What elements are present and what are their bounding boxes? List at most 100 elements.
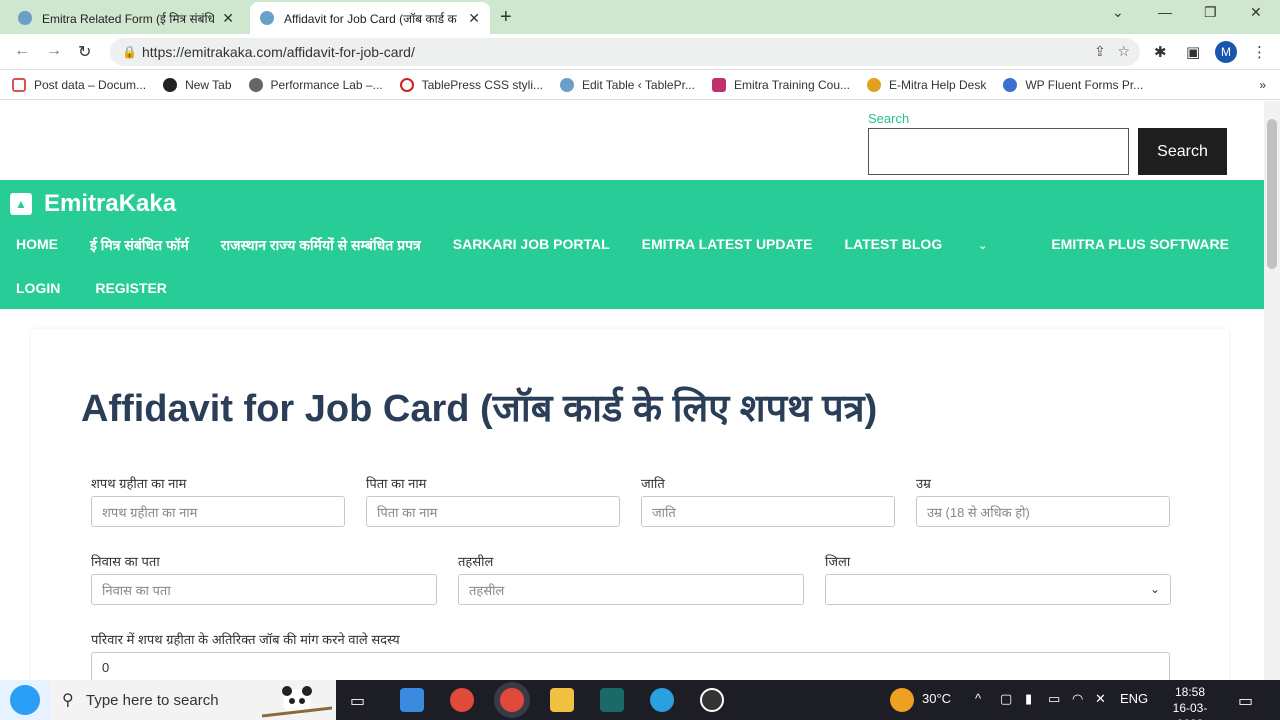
battery-icon[interactable]: ▭: [1048, 691, 1060, 707]
profile-avatar[interactable]: M: [1215, 41, 1237, 63]
device-icon[interactable]: ▢: [1000, 691, 1012, 707]
menu-item-latest-blog[interactable]: LATEST BLOG ⌄: [844, 236, 1019, 255]
tehsil-input[interactable]: तहसील: [458, 574, 804, 605]
show-hidden-icons-icon[interactable]: ^: [975, 691, 981, 706]
wordpress-icon: [248, 77, 263, 92]
address-bar-row: ← → ↻ 🔒 https://emitrakaka.com/affidavit…: [0, 34, 1280, 70]
bookmark-label: WP Fluent Forms Pr...: [1025, 77, 1144, 92]
reload-icon[interactable]: ↻: [78, 42, 91, 62]
bookmark-item[interactable]: TablePress CSS styli...: [399, 77, 543, 92]
age-label: उम्र: [916, 476, 931, 491]
editor-app-icon[interactable]: [600, 688, 624, 712]
caste-label: जाति: [641, 476, 665, 491]
bookmark-item[interactable]: Post data – Docum...: [12, 77, 147, 92]
father-name-label: पिता का नाम: [366, 476, 427, 491]
globe-icon: [163, 77, 178, 92]
tab-emitra-related-form[interactable]: Emitra Related Form (ई मित्र संबंधि ✕: [8, 2, 244, 34]
task-view-icon[interactable]: ▭: [350, 691, 365, 711]
bookmark-item[interactable]: Edit Table ‹ TablePr...: [559, 77, 695, 92]
family-members-input[interactable]: 0: [91, 652, 1170, 680]
site-search-input[interactable]: [868, 128, 1129, 175]
menu-item-emitra-latest-update[interactable]: EMITRA LATEST UPDATE: [642, 236, 813, 255]
bracket-icon: [12, 77, 26, 92]
bookmark-label: Edit Table ‹ TablePr...: [581, 77, 695, 92]
notifications-icon[interactable]: ▭: [1238, 691, 1253, 711]
close-tab-icon[interactable]: ✕: [222, 10, 234, 27]
chrome-icon[interactable]: [450, 688, 474, 712]
address-input[interactable]: निवास का पता: [91, 574, 437, 605]
bookmark-label: Post data – Docum...: [34, 77, 147, 92]
tehsil-label: तहसील: [458, 554, 494, 569]
bookmark-label: New Tab: [185, 77, 232, 92]
start-button[interactable]: [0, 680, 50, 720]
microphone-icon[interactable]: ▮: [1025, 691, 1032, 707]
chevron-down-icon: ⌄: [978, 240, 988, 252]
scrollbar-thumb[interactable]: [1267, 119, 1277, 269]
district-select[interactable]: ⌄: [825, 574, 1171, 605]
forward-icon[interactable]: →: [46, 42, 62, 60]
url-field[interactable]: 🔒 https://emitrakaka.com/affidavit-for-j…: [110, 38, 1140, 66]
menu-item-home[interactable]: HOME: [16, 236, 58, 255]
emitrakaka-logo-icon: [10, 685, 40, 715]
menu-item-emitra-plus-software[interactable]: EMITRA PLUS SOFTWARE: [1051, 236, 1229, 255]
page-scrollbar[interactable]: [1264, 101, 1280, 680]
recorder-icon[interactable]: [700, 688, 724, 712]
oath-taker-name-input[interactable]: शपथ ग्रहीता का नाम: [91, 496, 345, 527]
more-bookmarks-icon[interactable]: »: [1259, 78, 1266, 92]
weather-icon: [890, 688, 914, 712]
file-explorer-icon[interactable]: [550, 688, 574, 712]
telegram-icon[interactable]: [650, 688, 674, 712]
side-panel-icon[interactable]: ▣: [1186, 43, 1200, 61]
site-logo[interactable]: ▲ EmitraKaka: [10, 190, 176, 218]
temperature-text[interactable]: 30°C: [922, 691, 951, 706]
new-tab-button[interactable]: +: [500, 6, 512, 29]
bookmark-item[interactable]: Performance Lab –...: [248, 77, 383, 92]
caste-input[interactable]: जाति: [641, 496, 895, 527]
clock[interactable]: 18:58 16-03-2023: [1160, 684, 1220, 720]
form-card: Affidavit for Job Card (जॉब कार्ड के लिए…: [31, 329, 1229, 680]
site-icon: [559, 77, 574, 92]
site-search-button[interactable]: Search: [1138, 128, 1227, 175]
tab-title: Emitra Related Form (ई मित्र संबंधि: [42, 11, 215, 26]
clock-date: 16-03-2023: [1172, 701, 1208, 720]
bookmark-item[interactable]: WP Fluent Forms Pr...: [1003, 77, 1144, 92]
chrome-profile-icon[interactable]: [500, 688, 524, 712]
menu-item-rajasthan-forms[interactable]: राजस्थान राज्य कर्मियों से सम्बंधित प्रप…: [221, 236, 421, 255]
bookmark-label: TablePress CSS styli...: [421, 77, 543, 92]
minimize-icon[interactable]: —: [1158, 4, 1172, 20]
close-window-icon[interactable]: ✕: [1250, 4, 1262, 21]
close-tab-icon[interactable]: ✕: [468, 10, 480, 27]
tab-search-chevron-icon[interactable]: ⌄: [1112, 4, 1124, 21]
computer-app-icon[interactable]: [400, 688, 424, 712]
menu-item-emitra-forms[interactable]: ई मित्र संबंधित फॉर्म: [90, 236, 189, 255]
bookmark-item[interactable]: New Tab: [163, 77, 232, 92]
chevron-down-icon: ⌄: [1149, 582, 1160, 596]
web-page: Search Search ▲ EmitraKaka HOME ई मित्र …: [0, 101, 1264, 680]
menu-item-login[interactable]: LOGIN: [16, 280, 60, 296]
menu-item-sarkari-job-portal[interactable]: SARKARI JOB PORTAL: [453, 236, 610, 255]
opera-icon: [399, 77, 414, 92]
menu-dots-icon[interactable]: ⋮: [1252, 43, 1267, 61]
bookmark-item[interactable]: Emitra Training Cou...: [711, 77, 850, 92]
address-label: निवास का पता: [91, 554, 160, 569]
primary-menu: HOME ई मित्र संबंधित फॉर्म राजस्थान राज्…: [16, 236, 1261, 255]
age-input[interactable]: उम्र (18 से अधिक हो): [916, 496, 1170, 527]
extensions-icon[interactable]: ✱: [1154, 43, 1167, 61]
district-label: जिला: [825, 554, 851, 569]
url-text: https://emitrakaka.com/affidavit-for-job…: [142, 44, 415, 60]
panda-decoration-icon: [262, 686, 332, 718]
share-and-bookmark-icons[interactable]: ⇪ ☆: [1094, 43, 1130, 60]
language-indicator[interactable]: ENG: [1120, 691, 1148, 706]
menu-item-register[interactable]: REGISTER: [95, 280, 167, 296]
volume-muted-icon[interactable]: ✕: [1095, 691, 1106, 707]
restore-icon[interactable]: ❐: [1204, 4, 1217, 21]
bookmark-item[interactable]: E-Mitra Help Desk: [867, 77, 987, 92]
bookmark-label: E-Mitra Help Desk: [889, 77, 987, 92]
logo-text: EmitraKaka: [44, 190, 177, 217]
father-name-input[interactable]: पिता का नाम: [366, 496, 620, 527]
tab-affidavit-job-card[interactable]: Affidavit for Job Card (जॉब कार्ड क ✕: [250, 2, 490, 34]
wifi-icon[interactable]: ◠: [1072, 691, 1083, 707]
bookmark-label: Performance Lab –...: [270, 77, 383, 92]
back-icon[interactable]: ←: [14, 42, 30, 60]
page-title: Affidavit for Job Card (जॉब कार्ड के लिए…: [81, 388, 878, 430]
